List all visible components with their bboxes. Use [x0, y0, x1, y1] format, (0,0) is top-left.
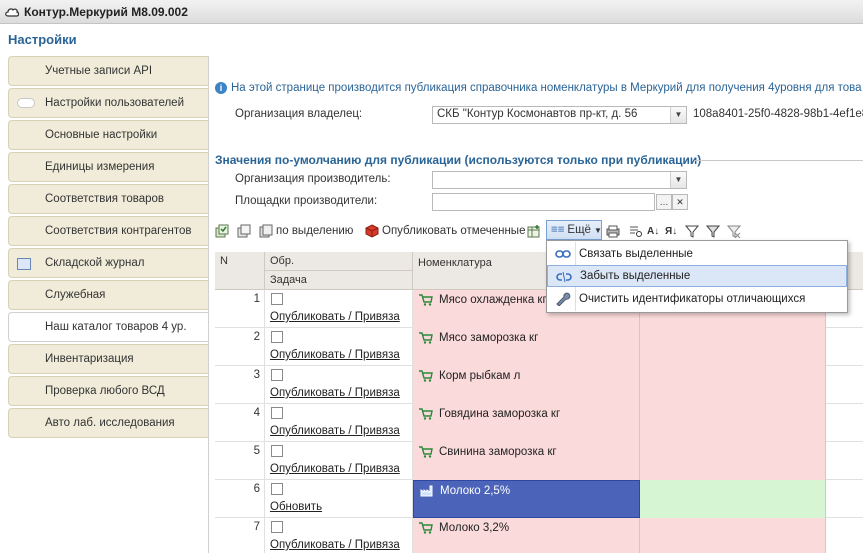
row-action-link[interactable]: Обновить	[270, 501, 322, 513]
toolbar: по выделению Опубликовать отмеченные ≡≡ …	[215, 220, 863, 242]
page-title: Настройки	[8, 32, 77, 47]
stack-check-icon	[215, 224, 229, 238]
funnel-icon	[706, 225, 720, 238]
row-action-link[interactable]: Опубликовать / Привяза	[270, 387, 400, 399]
filter-list-button[interactable]	[685, 222, 702, 240]
row-action-link[interactable]: Опубликовать / Привяза	[270, 463, 400, 475]
sidebar-item-main-settings[interactable]: Основные настройки	[8, 120, 208, 150]
column-header-obr[interactable]: Обр.	[265, 252, 413, 271]
more-dropdown-menu: Связать выделенные Забыть выделенные Очи…	[546, 240, 848, 313]
publish-checked-button[interactable]	[215, 222, 232, 240]
filter-button[interactable]	[706, 222, 723, 240]
wrench-icon	[556, 292, 571, 306]
link-icon	[555, 250, 571, 258]
row-action-link[interactable]: Опубликовать / Привяза	[270, 539, 400, 551]
sidebar-item-product-mapping[interactable]: Соответствия товаров	[8, 184, 208, 214]
pages-icon	[259, 224, 273, 238]
find-button[interactable]	[629, 222, 646, 240]
cart-icon	[419, 522, 433, 534]
chevron-down-icon: ▼	[593, 225, 602, 235]
cloud-logo-icon	[5, 7, 20, 17]
chevron-down-icon[interactable]: ▼	[670, 107, 686, 123]
unlink-icon	[556, 271, 572, 283]
sort-desc-icon: Я↓	[665, 225, 678, 237]
copy-icon	[237, 224, 251, 238]
sidebar-item-catalog-4[interactable]: Наш каталог товаров 4 ур.	[8, 312, 208, 342]
cart-icon	[419, 446, 433, 458]
sidebar-item-warehouse-journal[interactable]: Складской журнал	[8, 248, 208, 278]
window-titlebar: Контур.Меркурий М8.09.002	[0, 0, 863, 24]
sites-input[interactable]	[432, 193, 655, 211]
sites-label: Площадки производители:	[235, 195, 378, 207]
window-title: Контур.Меркурий М8.09.002	[24, 4, 188, 19]
sort-asc-button[interactable]: A↓	[647, 222, 659, 240]
cart-icon	[419, 294, 433, 306]
row-checkbox[interactable]	[271, 293, 283, 305]
journal-grid-icon	[17, 258, 31, 270]
row-checkbox[interactable]	[271, 407, 283, 419]
sidebar-item-vsd-check[interactable]: Проверка любого ВСД	[8, 376, 208, 406]
list-icon: ≡≡	[551, 224, 565, 236]
funnel-clear-icon	[727, 225, 741, 238]
row-action-link[interactable]: Опубликовать / Привяза	[270, 425, 400, 437]
toggle-icon	[17, 98, 35, 108]
printer-icon	[606, 225, 620, 238]
group-divider	[695, 160, 863, 161]
owner-guid: 108a8401-25f0-4828-98b1-4ef1e8f1	[693, 108, 863, 120]
copy-button[interactable]	[237, 222, 254, 240]
cart-icon	[419, 332, 433, 344]
sort-asc-icon: A↓	[647, 225, 660, 237]
sidebar: Учетные записи API Настройки пользовател…	[8, 56, 208, 440]
sidebar-item-user-settings[interactable]: Настройки пользователей	[8, 88, 208, 118]
row-checkbox[interactable]	[271, 331, 283, 343]
clear-icon[interactable]: ✕	[672, 194, 688, 210]
menu-item-link-selected[interactable]: Связать выделенные	[547, 243, 847, 265]
publish-marked-button[interactable]: Опубликовать отмеченные	[365, 222, 525, 240]
cart-icon	[419, 370, 433, 382]
more-button[interactable]: ≡≡ Ещё ▼	[546, 220, 602, 240]
by-selection-button[interactable]: по выделению	[259, 222, 353, 240]
row-action-link[interactable]: Опубликовать / Привяза	[270, 311, 400, 323]
info-message: i На этой странице производится публикац…	[215, 82, 862, 94]
table-row[interactable]: 2 Опубликовать / Привяза Мясо заморозка …	[215, 328, 863, 366]
sidebar-item-counterparty-mapping[interactable]: Соответствия контрагентов	[8, 216, 208, 246]
clear-filter-button[interactable]	[727, 222, 744, 240]
filter-list-icon	[685, 225, 699, 238]
sidebar-item-service[interactable]: Служебная	[8, 280, 208, 310]
table-row[interactable]: 3 Опубликовать / Привяза Корм рыбкам л	[215, 366, 863, 404]
sidebar-item-inventory[interactable]: Инвентаризация	[8, 344, 208, 374]
sidebar-item-api-accounts[interactable]: Учетные записи API	[8, 56, 208, 86]
table-add-icon	[527, 225, 540, 238]
add-row-button[interactable]	[527, 222, 544, 240]
info-icon: i	[215, 82, 227, 94]
red-cube-icon	[365, 224, 379, 238]
ellipsis-button[interactable]: …	[656, 194, 672, 210]
row-checkbox[interactable]	[271, 445, 283, 457]
chevron-down-icon[interactable]: ▼	[670, 172, 686, 188]
table-row-selected[interactable]: 6 Обновить Молоко 2,5%	[215, 480, 863, 518]
column-header-n[interactable]: N	[215, 252, 265, 290]
sidebar-item-units[interactable]: Единицы измерения	[8, 152, 208, 182]
producer-label: Организация производитель:	[235, 173, 391, 185]
row-checkbox[interactable]	[271, 369, 283, 381]
producer-select[interactable]: ▼	[432, 171, 687, 189]
table-row[interactable]: 4 Опубликовать / Привяза Говядина заморо…	[215, 404, 863, 442]
factory-icon	[420, 485, 433, 497]
sort-desc-button[interactable]: Я↓	[665, 222, 677, 240]
menu-item-forget-selected[interactable]: Забыть выделенные	[547, 265, 847, 287]
table-row[interactable]: 7 Опубликовать / Привяза Молоко 3,2%	[215, 518, 863, 553]
print-button[interactable]	[606, 222, 623, 240]
column-header-task[interactable]: Задача	[265, 271, 413, 290]
find-list-icon	[630, 226, 642, 237]
sidebar-item-auto-lab[interactable]: Авто лаб. исследования	[8, 408, 208, 438]
row-action-link[interactable]: Опубликовать / Привяза	[270, 349, 400, 361]
defaults-group-title: Значения по-умолчанию для публикации (ис…	[215, 153, 702, 167]
owner-label: Организация владелец:	[235, 108, 363, 120]
row-checkbox[interactable]	[271, 521, 283, 533]
table-row[interactable]: 5 Опубликовать / Привяза Свинина замороз…	[215, 442, 863, 480]
row-checkbox[interactable]	[271, 483, 283, 495]
owner-select[interactable]: СКБ "Контур Космонавтов пр-кт, д. 56 ▼	[432, 106, 687, 124]
cart-icon	[419, 408, 433, 420]
menu-item-clear-ids[interactable]: Очистить идентификаторы отличающихся	[547, 288, 847, 310]
